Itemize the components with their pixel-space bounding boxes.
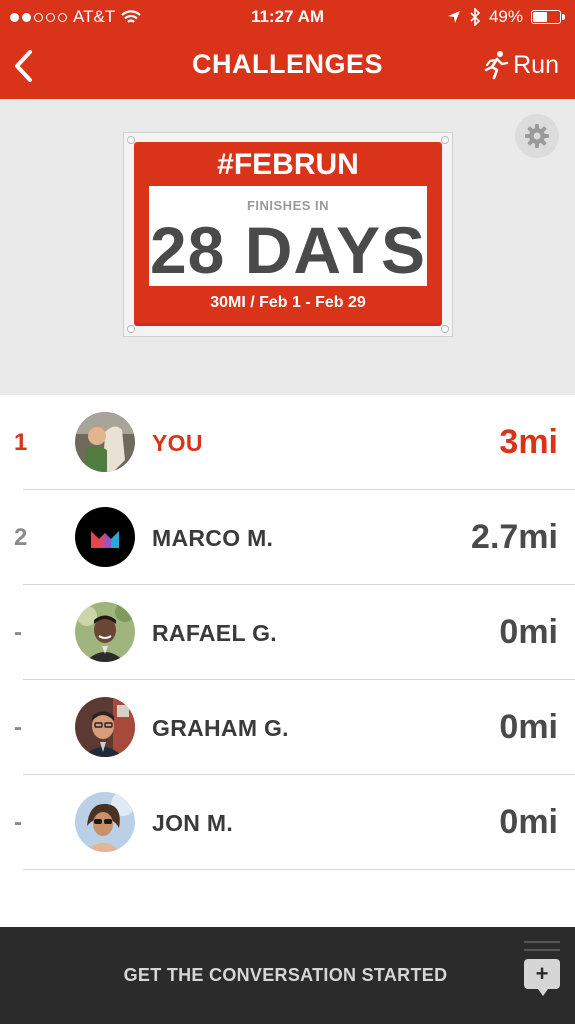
- conversation-bar[interactable]: GET THE CONVERSATION STARTED +: [0, 927, 575, 1024]
- run-label: Run: [513, 50, 559, 79]
- challenge-banner: #FEBRUN FINISHES IN 28 DAYS 30MI / Feb 1…: [0, 99, 575, 395]
- battery-fill: [533, 12, 547, 22]
- rank: 2: [14, 524, 28, 551]
- leaderboard: 1 YOU 3mi 2 MARCO M. 2.7mi - RAFAEL G. 0…: [0, 395, 575, 870]
- divider: [23, 869, 575, 870]
- gear-icon: [525, 124, 549, 148]
- participant-distance: 2.7mi: [471, 518, 558, 556]
- leaderboard-row[interactable]: - RAFAEL G. 0mi: [0, 585, 575, 680]
- avatar: [75, 792, 135, 852]
- leaderboard-row[interactable]: 2 MARCO M. 2.7mi: [0, 490, 575, 585]
- rank: -: [14, 809, 22, 836]
- location-arrow-icon: [447, 11, 460, 23]
- participant-name: GRAHAM G.: [152, 715, 289, 741]
- leaderboard-row[interactable]: - JON M. 0mi: [0, 775, 575, 870]
- participant-name: MARCO M.: [152, 525, 274, 551]
- participant-distance: 0mi: [499, 708, 558, 746]
- avatar: [75, 507, 135, 567]
- challenge-hashtag: #FEBRUN: [217, 148, 359, 181]
- days-remaining: 28 DAYS: [149, 213, 427, 287]
- participant-distance: 0mi: [499, 803, 558, 841]
- participant-distance: 0mi: [499, 613, 558, 651]
- drag-handle[interactable]: [524, 941, 560, 957]
- avatar: [75, 697, 135, 757]
- finishes-in-label: FINISHES IN: [246, 198, 330, 213]
- bluetooth-icon: [470, 8, 481, 26]
- battery-icon: [531, 10, 565, 24]
- leaderboard-row[interactable]: - GRAHAM G. 0mi: [0, 680, 575, 775]
- bib-hole: [441, 325, 449, 333]
- countdown-box: FINISHES IN 28 DAYS: [149, 186, 427, 287]
- bib-hole: [441, 136, 449, 144]
- avatar: [75, 412, 135, 472]
- bib-hole: [127, 325, 135, 333]
- battery-percent: 49%: [488, 7, 523, 26]
- rank: -: [14, 714, 22, 741]
- race-bib: #FEBRUN FINISHES IN 28 DAYS 30MI / Feb 1…: [123, 132, 453, 337]
- settings-button[interactable]: [515, 114, 559, 158]
- status-bar: AT&T 11:27 AM 49%: [0, 0, 575, 34]
- run-button[interactable]: Run: [483, 50, 559, 80]
- participant-name: RAFAEL G.: [152, 620, 277, 646]
- nav-bar: CHALLENGES Run: [0, 34, 575, 99]
- participant-name: YOU: [152, 430, 203, 456]
- add-comment-button[interactable]: +: [524, 959, 560, 996]
- top-bar: AT&T 11:27 AM 49% CHALLENGES Run: [0, 0, 575, 99]
- challenge-details: 30MI / Feb 1 - Feb 29: [210, 294, 366, 311]
- conversation-prompt[interactable]: GET THE CONVERSATION STARTED: [0, 965, 575, 986]
- runner-icon: [484, 51, 509, 80]
- rank: -: [14, 619, 22, 646]
- plus-icon: +: [535, 961, 549, 986]
- participant-distance: 3mi: [499, 423, 558, 461]
- leaderboard-row[interactable]: 1 YOU 3mi: [0, 395, 575, 490]
- bib-panel: #FEBRUN FINISHES IN 28 DAYS 30MI / Feb 1…: [134, 142, 442, 326]
- participant-name: JON M.: [152, 810, 234, 836]
- avatar: [75, 602, 135, 662]
- rank: 1: [14, 429, 28, 456]
